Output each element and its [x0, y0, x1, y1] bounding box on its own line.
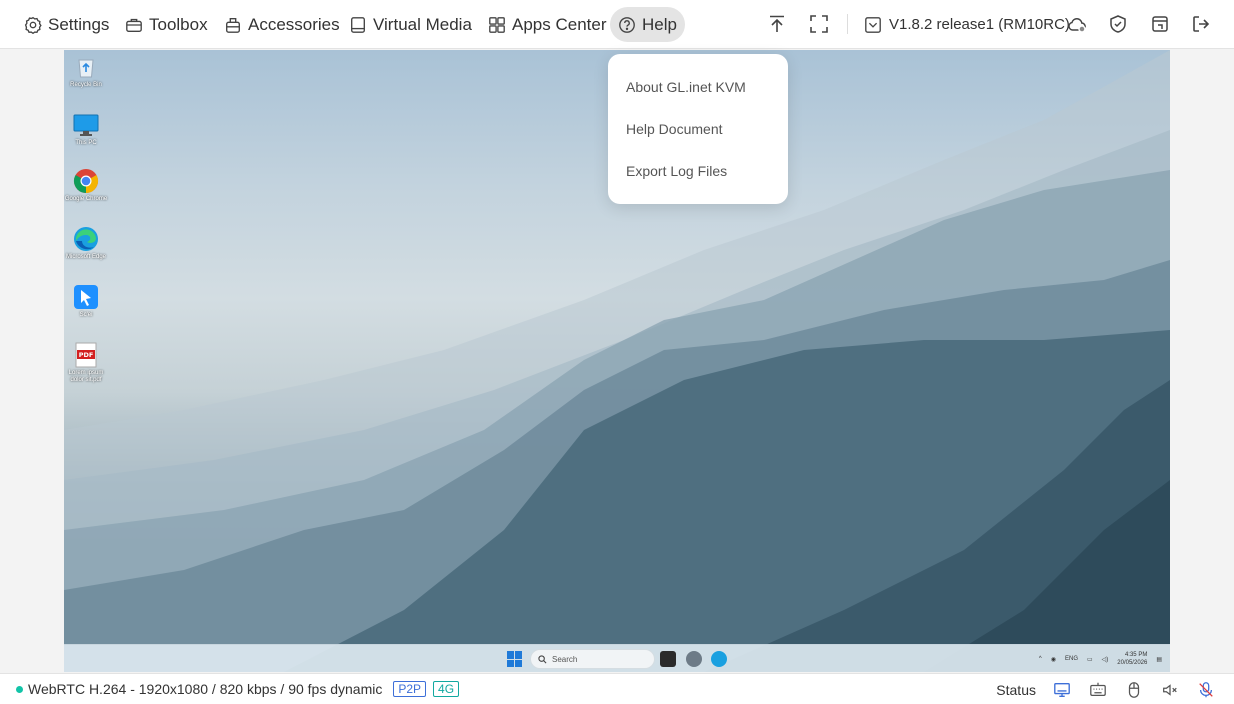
taskbar-search-placeholder: Search	[552, 654, 578, 664]
virtual-media-icon	[349, 16, 367, 34]
nav-apps-center-label: Apps Center	[512, 14, 607, 34]
monitor-icon[interactable]	[1051, 679, 1072, 700]
keyboard-icon[interactable]	[1087, 679, 1108, 700]
desktop-icon-edge[interactable]: Microsoft Edge	[66, 226, 106, 261]
menu-item-help-document[interactable]: Help Document	[608, 108, 788, 150]
desktop-icon-label: Lorem ipsum dolor sit.pdf	[68, 370, 104, 383]
taskbar-clock[interactable]: 4:35 PM 20/05/2026	[1117, 651, 1147, 667]
top-navigation-bar: Settings Toolbox Accessories Virtual Med…	[0, 0, 1234, 49]
firmware-version[interactable]: V1.8.2 release1 (RM10RC)	[864, 7, 1070, 42]
chrome-icon	[73, 168, 99, 194]
app-shortcut-icon	[73, 284, 99, 310]
desktop-icon-pdf[interactable]: PDF Lorem ipsum dolor sit.pdf	[66, 342, 106, 384]
desktop-icon-recycle-bin[interactable]: Recycle Bin	[66, 54, 106, 89]
security-shield-icon[interactable]	[1107, 13, 1129, 35]
firmware-version-label: V1.8.2 release1 (RM10RC)	[889, 16, 1070, 33]
edge-icon	[73, 226, 99, 252]
stream-info: WebRTC H.264 - 1920x1080 / 820 kbps / 90…	[16, 681, 460, 697]
online-indicator	[16, 685, 23, 693]
status-controls: Status	[996, 679, 1216, 700]
windows-start-icon[interactable]	[507, 651, 523, 667]
display-icon[interactable]: ▭	[1087, 656, 1093, 663]
nav-accessories[interactable]: Accessories	[216, 7, 348, 42]
help-dropdown-menu: About GL.inet KVM Help Document Export L…	[608, 54, 788, 204]
cloud-status-icon[interactable]	[1066, 13, 1088, 35]
stream-stats: WebRTC H.264 - 1920x1080 / 820 kbps / 90…	[28, 681, 383, 697]
network-icon[interactable]: ◉	[1051, 656, 1056, 663]
settings-gear-taskbar-icon[interactable]	[686, 651, 702, 667]
desktop-icon-label: Sc'ei	[79, 312, 93, 318]
svg-text:PDF: PDF	[79, 351, 94, 359]
fullscreen-icon[interactable]	[808, 13, 830, 35]
p2p-badge: P2P	[393, 681, 427, 697]
menu-item-export-logs[interactable]: Export Log Files	[608, 150, 788, 192]
desktop-icon-label: Recycle Bin	[70, 82, 102, 88]
nav-settings-label: Settings	[48, 14, 110, 34]
status-bar: WebRTC H.264 - 1920x1080 / 820 kbps / 90…	[0, 673, 1234, 704]
pdf-icon: PDF	[73, 342, 99, 368]
volume-icon[interactable]: ◁)	[1102, 656, 1109, 663]
taskbar-search[interactable]: Search	[530, 649, 655, 669]
desktop-icon-label: Google Chrome	[64, 196, 108, 202]
apps-center-icon	[488, 16, 506, 34]
desktop-icon-this-pc[interactable]: This PC	[66, 112, 106, 147]
logout-icon[interactable]	[1190, 13, 1212, 35]
speaker-muted-icon[interactable]	[1159, 679, 1180, 700]
accessories-icon	[224, 16, 242, 34]
nav-settings[interactable]: Settings	[16, 7, 117, 42]
help-icon	[618, 16, 636, 34]
notification-icon[interactable]: ▤	[1156, 656, 1162, 663]
menu-item-about[interactable]: About GL.inet KVM	[608, 66, 788, 108]
status-label[interactable]: Status	[996, 682, 1036, 698]
windows-taskbar: Search ^ ◉ ENG ▭ ◁) 4:35 PM 20/05/2026 ▤	[64, 644, 1170, 672]
network-4g-badge: 4G	[433, 681, 460, 697]
system-tray: ^ ◉ ENG ▭ ◁) 4:35 PM 20/05/2026 ▤	[1039, 649, 1162, 669]
nav-virtual-media[interactable]: Virtual Media	[341, 7, 480, 42]
nav-apps-center[interactable]: Apps Center	[480, 7, 615, 42]
nav-help-label: Help	[642, 14, 677, 34]
desktop-icon-app-shortcut[interactable]: Sc'ei	[66, 284, 106, 319]
nav-accessories-label: Accessories	[248, 14, 340, 34]
recycle-bin-icon	[73, 54, 99, 80]
tray-language[interactable]: ENG	[1065, 656, 1078, 662]
this-pc-icon	[73, 112, 99, 138]
toolbox-icon	[125, 16, 143, 34]
nav-help[interactable]: Help	[610, 7, 685, 42]
clipboard-sync-icon[interactable]	[1149, 13, 1171, 35]
mouse-icon[interactable]	[1123, 679, 1144, 700]
task-view-icon[interactable]	[660, 651, 676, 667]
search-icon	[538, 654, 547, 663]
nav-toolbox[interactable]: Toolbox	[117, 7, 216, 42]
firmware-icon	[864, 16, 882, 34]
desktop-icon-label: This PC	[75, 140, 97, 146]
clock-date: 20/05/2026	[1117, 660, 1148, 666]
upload-icon[interactable]	[766, 13, 788, 35]
desktop-icon-chrome[interactable]: Google Chrome	[64, 168, 108, 203]
chevron-up-icon[interactable]: ^	[1039, 656, 1042, 662]
nav-virtual-media-label: Virtual Media	[373, 14, 472, 34]
nav-toolbox-label: Toolbox	[149, 14, 208, 34]
edge-taskbar-icon[interactable]	[711, 651, 727, 667]
microphone-muted-icon[interactable]	[1195, 679, 1216, 700]
divider	[847, 14, 848, 34]
clock-time: 4:35 PM	[1124, 652, 1148, 658]
settings-icon	[24, 16, 42, 34]
desktop-icon-label: Microsoft Edge	[65, 254, 107, 260]
